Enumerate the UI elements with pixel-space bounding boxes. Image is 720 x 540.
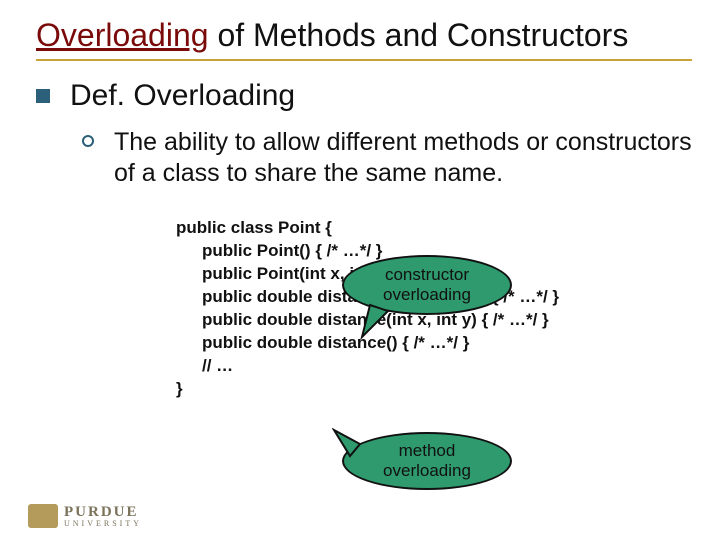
bullet1-text: Def. Overloading <box>70 79 295 113</box>
page-title: Overloading of Methods and Constructors <box>36 18 692 53</box>
bullet-level2: The ability to allow different methods o… <box>82 127 692 188</box>
bullet2-text: The ability to allow different methods o… <box>114 127 692 188</box>
bullet-level1: Def. Overloading <box>36 79 692 113</box>
title-rule <box>36 59 692 61</box>
callout-line: method <box>399 441 456 461</box>
code-line: // … <box>176 355 692 378</box>
square-bullet-icon <box>36 89 50 103</box>
code-line: public class Point { <box>176 218 332 237</box>
code-line: public double distance() { /* …*/ } <box>176 332 692 355</box>
callout-tail-icon <box>360 301 400 341</box>
circle-bullet-icon <box>82 135 94 147</box>
logo-text: PURDUE UNIVERSITY <box>64 504 142 528</box>
callout-constructor-overloading: constructor overloading <box>342 255 512 315</box>
logo-name: PURDUE <box>64 504 139 520</box>
callout-line: overloading <box>383 461 471 481</box>
purdue-logo: PURDUE UNIVERSITY <box>28 504 142 528</box>
callout-tail-icon <box>332 428 368 458</box>
logo-mark-icon <box>28 504 58 528</box>
callout-method-overloading: method overloading <box>342 432 512 490</box>
code-line: } <box>176 379 183 398</box>
title-rest: of Methods and Constructors <box>209 17 629 53</box>
logo-sub: UNIVERSITY <box>64 519 142 528</box>
title-highlight: Overloading <box>36 17 209 53</box>
callout-line: constructor <box>385 265 469 285</box>
